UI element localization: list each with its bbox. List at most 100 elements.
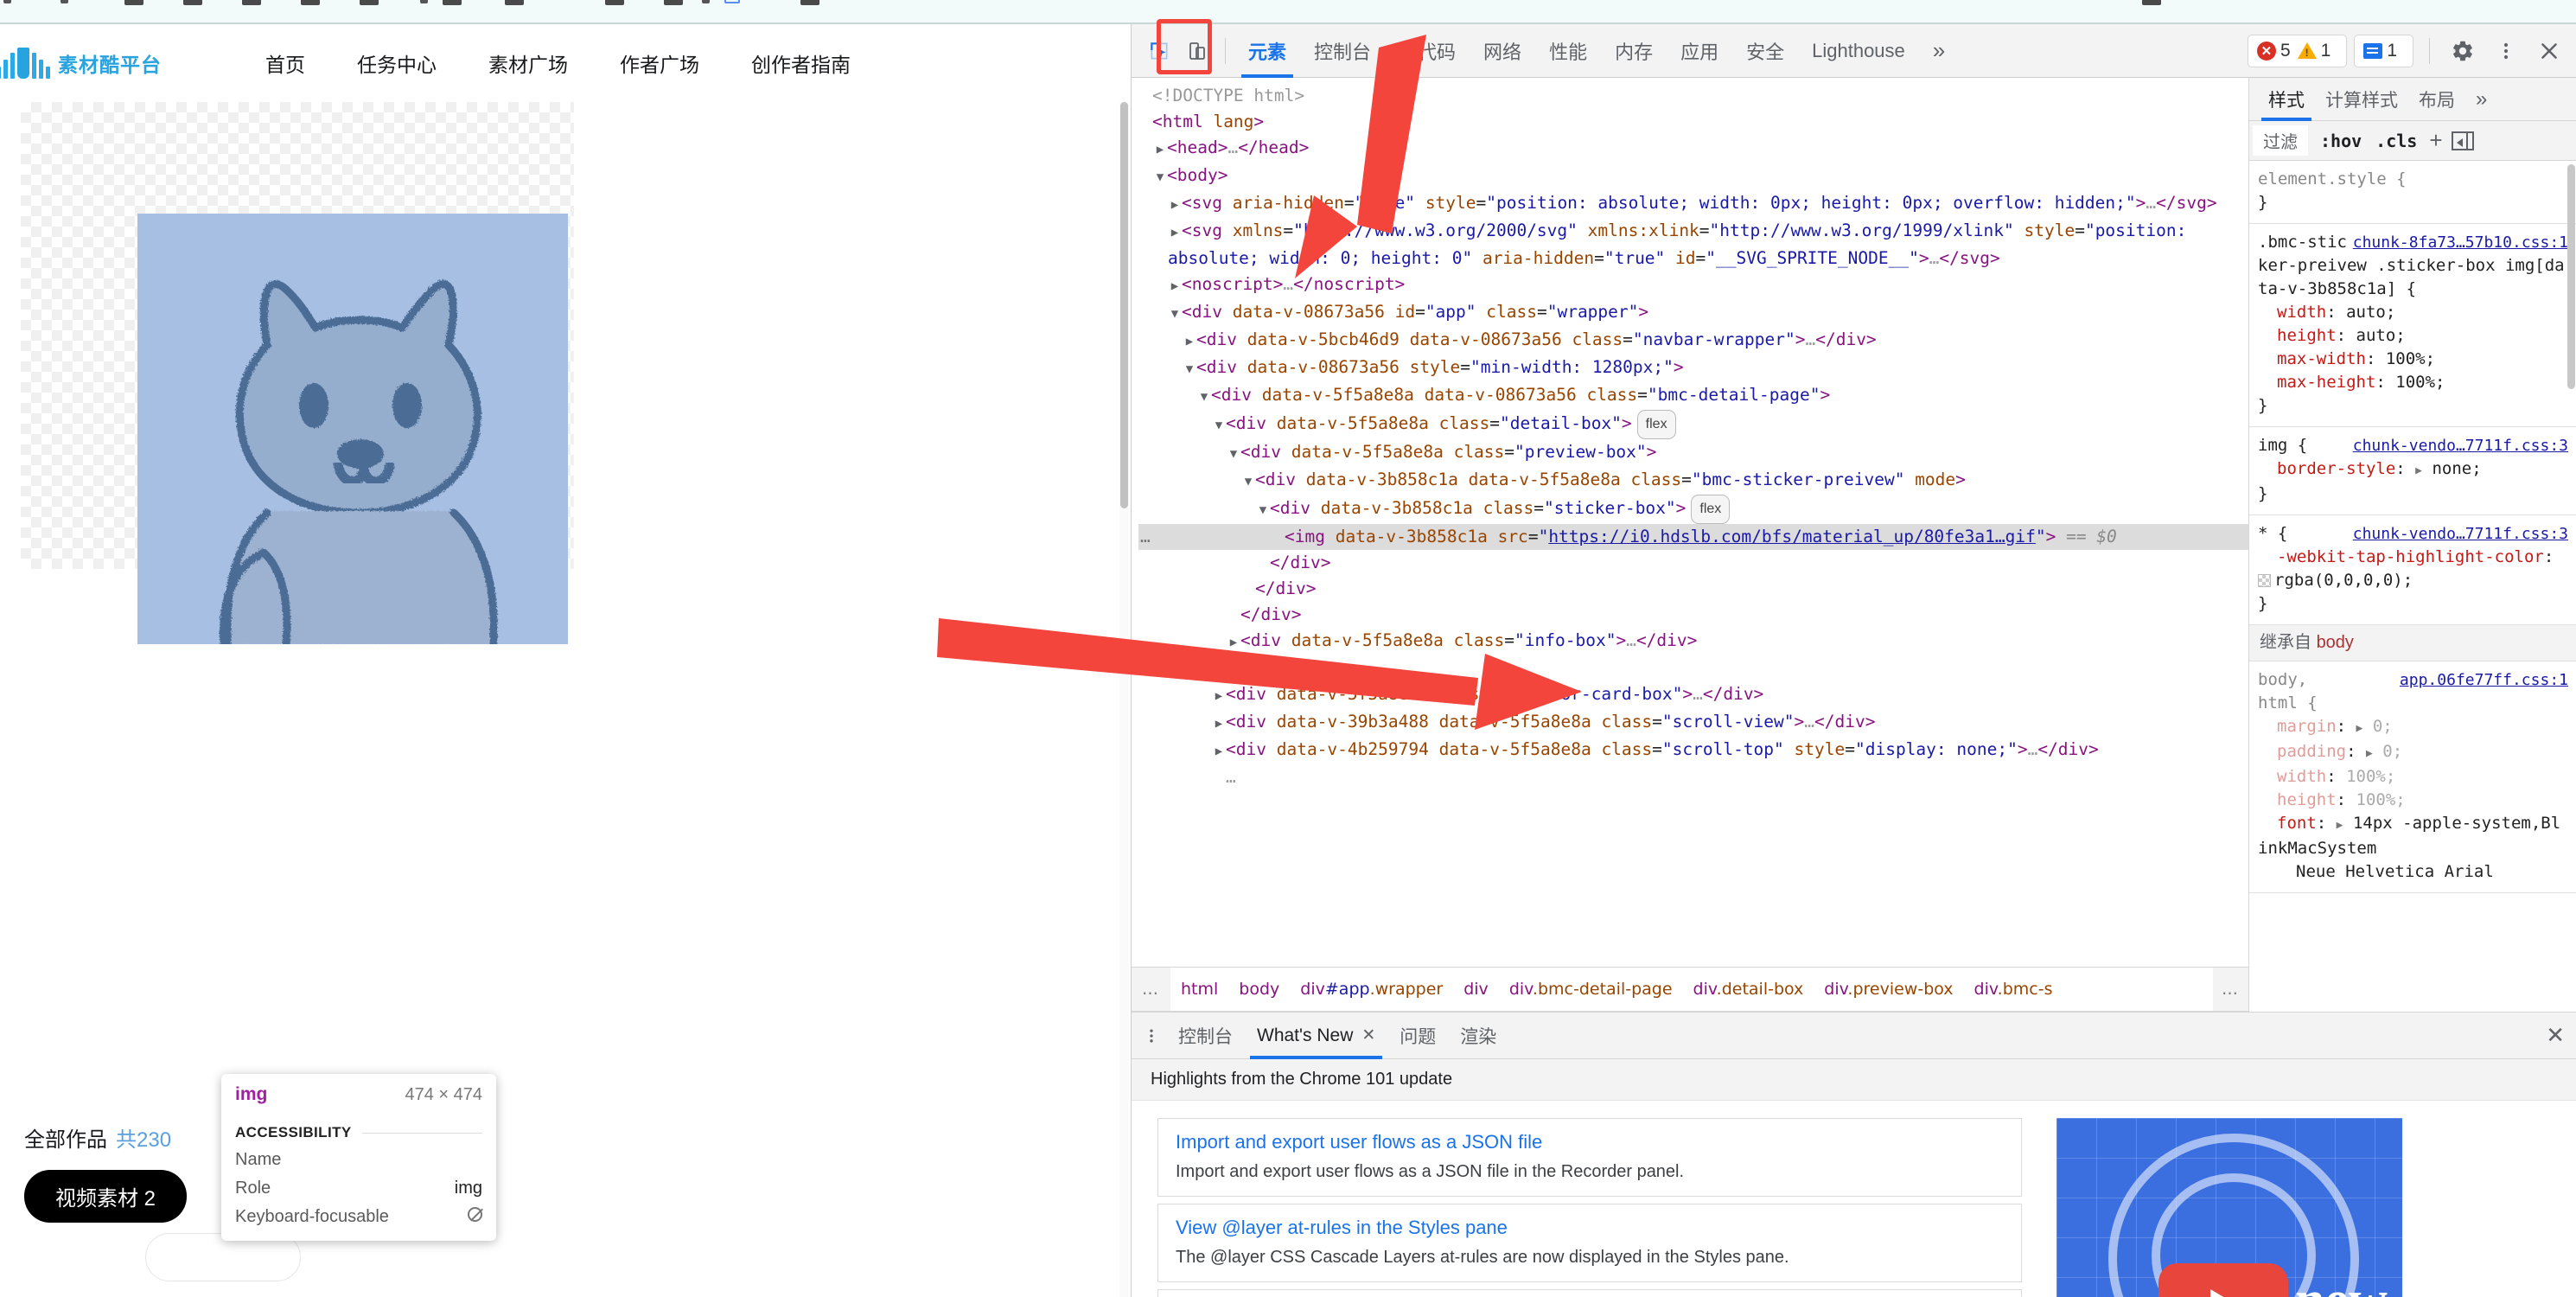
breadcrumb-overflow-left[interactable]: … (1132, 980, 1170, 999)
kebab-menu-icon[interactable] (2487, 32, 2525, 70)
css-declaration[interactable]: height: 100%; (2258, 789, 2568, 812)
dom-tree-node[interactable]: </div> (1138, 602, 2248, 628)
tab-application[interactable]: 应用 (1667, 24, 1732, 78)
inspect-element-icon[interactable] (1140, 32, 1178, 70)
dom-tree-node[interactable]: ▼ <body> (1138, 163, 2248, 190)
message-counter-group[interactable]: 1 (2354, 34, 2413, 67)
new-style-rule-button[interactable]: + (2424, 127, 2447, 154)
css-source-link[interactable]: chunk-vendo…7711f.css:3 (2353, 434, 2568, 457)
css-selector[interactable]: html { (2258, 692, 2568, 715)
disclosure-triangle-icon[interactable]: ▼ (1256, 497, 1270, 523)
dom-tree-node[interactable]: ▶ <noscript>…</noscript> (1138, 272, 2248, 299)
whats-new-card[interactable]: Import and export user flows as a JSON f… (1157, 1118, 2022, 1197)
tab-performance[interactable]: 性能 (1535, 24, 1601, 78)
dom-tree-node[interactable]: ▶ <div data-v-5f5a8e8a class="info-box">…… (1138, 628, 2248, 655)
dom-tree-node[interactable]: </div> (1138, 550, 2248, 576)
element-classes-button[interactable]: .cls (2369, 131, 2424, 151)
category-filter-pill[interactable]: 视频素材 2 (24, 1170, 188, 1223)
disclosure-triangle-icon[interactable]: ▶ (1212, 711, 1226, 737)
nav-item-materials[interactable]: 素材广场 (488, 48, 568, 78)
nav-item-home[interactable]: 首页 (265, 48, 305, 78)
dom-tree-node[interactable]: <html lang> (1138, 109, 2248, 135)
css-rule-block[interactable]: chunk-vendo…7711f.css:3 * {-webkit-tap-hi… (2249, 515, 2576, 625)
css-declaration[interactable]: -webkit-tap-highlight-color: rgba(0,0,0,… (2258, 546, 2568, 592)
drawer-close-icon[interactable]: ✕ (2546, 1022, 2565, 1049)
disclosure-triangle-icon[interactable]: ▼ (1227, 441, 1240, 467)
site-logo[interactable]: 素材酷平台 (0, 48, 162, 79)
nav-item-guide[interactable]: 创作者指南 (751, 48, 851, 78)
styles-more-tabs-icon[interactable]: » (2465, 78, 2497, 121)
page-scrollbar[interactable] (1119, 102, 1129, 1297)
disclosure-triangle-icon[interactable]: ▶ (1212, 683, 1226, 709)
play-button-icon[interactable] (2158, 1263, 2288, 1297)
dom-tree-node[interactable]: … <img data-v-3b858c1a src="https://i0.hd… (1138, 524, 2248, 550)
drawer-tab-whats-new[interactable]: What's New ✕ (1245, 1013, 1387, 1059)
dom-tree-node[interactable]: ▼ <div data-v-08673a56 style="min-width: … (1138, 355, 2248, 382)
disclosure-triangle-icon[interactable]: ▶ (1168, 273, 1182, 299)
css-declaration[interactable]: height: auto; (2258, 324, 2568, 348)
more-tabs-chevron-icon[interactable]: » (1919, 24, 1959, 78)
css-declaration[interactable]: border-style: ▶ none; (2258, 457, 2568, 482)
css-source-link[interactable]: chunk-vendo…7711f.css:3 (2353, 522, 2568, 546)
toggle-pseudo-states-button[interactable]: :hov (2313, 131, 2369, 151)
dom-tree-pane[interactable]: <!DOCTYPE html> <html lang> ▶ <head>…</head… (1132, 78, 2248, 967)
css-declaration[interactable]: padding: ▶ 0; (2258, 740, 2568, 765)
issues-counter-group[interactable]: ✕ 5 1 (2247, 34, 2348, 67)
whats-new-card-title[interactable]: View @layer at-rules in the Styles pane (1176, 1217, 2004, 1239)
css-declaration[interactable]: max-height: 100%; (2258, 371, 2568, 394)
disclosure-triangle-icon[interactable]: ▶ (1183, 329, 1196, 355)
drawer-tab-rendering[interactable]: 渲染 (1448, 1013, 1508, 1059)
page-scrollbar-thumb[interactable] (1120, 102, 1128, 508)
drawer-kebab-menu-icon[interactable] (1137, 1025, 1166, 1046)
dom-tree-node[interactable]: <!DOCTYPE html> (1138, 83, 2248, 109)
whats-new-video-thumbnail[interactable]: new (2056, 1118, 2402, 1297)
breadcrumb-item[interactable]: html (1170, 980, 1228, 999)
css-source-link[interactable]: app.06fe77ff.css:1 (2400, 668, 2568, 692)
disclosure-triangle-icon[interactable]: ▼ (1168, 301, 1182, 327)
breadcrumb-item[interactable]: div.detail-box (1683, 980, 1814, 999)
disclosure-triangle-icon[interactable]: ▶ (1212, 738, 1226, 764)
tab-network[interactable]: 网络 (1470, 24, 1535, 78)
tab-styles[interactable]: 样式 (2258, 78, 2315, 121)
disclosure-triangle-icon[interactable]: ▶ (1168, 192, 1182, 218)
drawer-tab-close-icon[interactable]: ✕ (1361, 1025, 1375, 1045)
css-declaration[interactable]: width: auto; (2258, 301, 2568, 324)
dom-tree-node[interactable]: ▼ <div data-v-5f5a8e8a class="detail-box"… (1138, 410, 2248, 439)
breadcrumb-item[interactable]: div.bmc-detail-page (1499, 980, 1683, 999)
color-swatch-icon[interactable] (2258, 574, 2271, 587)
tab-computed[interactable]: 计算样式 (2315, 78, 2408, 121)
dom-tree-node[interactable]: ▶ <div data-v-4b259794 data-v-5f5a8e8a cl… (1138, 737, 2248, 764)
dom-tree-node[interactable]: ▼ <div data-v-5f5a8e8a class="preview-box… (1138, 439, 2248, 467)
drawer-tab-issues[interactable]: 问题 (1387, 1013, 1448, 1059)
tab-elements[interactable]: 元素 (1234, 24, 1300, 78)
dom-tree-node[interactable]: ▼ <div data-v-5f5a8e8a data-v-08673a56 cl… (1138, 382, 2248, 410)
nav-item-tasks[interactable]: 任务中心 (357, 48, 437, 78)
dom-tree-node[interactable]: ▶ <div data-v-5f5a8e8a class="creator-car… (1138, 681, 2248, 709)
breadcrumb-item[interactable]: div (1453, 980, 1499, 999)
dom-tree-node[interactable]: ▼ <div data-v-3b858c1a data-v-5f5a8e8a cl… (1138, 467, 2248, 495)
css-selector[interactable]: element.style { (2258, 168, 2568, 191)
computed-sidebar-toggle-icon[interactable] (2451, 131, 2474, 150)
css-source-link[interactable]: chunk-8fa73…57b10.css:1 (2353, 231, 2568, 254)
dom-tree-node[interactable]: ▶ <head>…</head> (1138, 135, 2248, 163)
dom-tree-node[interactable]: ▼ <div data-v-3b858c1a class="sticker-box… (1138, 495, 2248, 524)
tab-security[interactable]: 安全 (1732, 24, 1798, 78)
disclosure-triangle-icon[interactable]: ▶ (1168, 220, 1182, 246)
disclosure-triangle-icon[interactable]: ▶ (1227, 629, 1240, 655)
breadcrumb-item[interactable]: div.preview-box (1814, 980, 1963, 999)
breadcrumb-overflow-right[interactable]: … (2213, 980, 2248, 999)
disclosure-triangle-icon[interactable]: ▶ (1153, 137, 1167, 163)
css-rule-block[interactable]: element.style {} (2249, 161, 2576, 224)
dom-tree-node[interactable]: ▶ <svg aria-hidden="true" style="position… (1138, 190, 2248, 218)
whats-new-card-title[interactable]: Import and export user flows as a JSON f… (1176, 1131, 2004, 1153)
tab-memory[interactable]: 内存 (1601, 24, 1667, 78)
disclosure-triangle-icon[interactable]: ▼ (1241, 469, 1255, 495)
drawer-tab-console[interactable]: 控制台 (1166, 1013, 1245, 1059)
gear-icon[interactable] (2444, 32, 2482, 70)
cat-sticker-image[interactable] (137, 214, 568, 644)
css-rule-block[interactable]: chunk-vendo…7711f.css:3 img {border-style… (2249, 427, 2576, 515)
css-rule-block[interactable]: chunk-8fa73…57b10.css:1 .bmc-sticker-prei… (2249, 224, 2576, 427)
breadcrumb-item[interactable]: div.bmc-s (1964, 980, 2063, 999)
device-toolbar-icon[interactable] (1178, 32, 1216, 70)
dom-tree-node[interactable]: … (1138, 764, 2248, 790)
